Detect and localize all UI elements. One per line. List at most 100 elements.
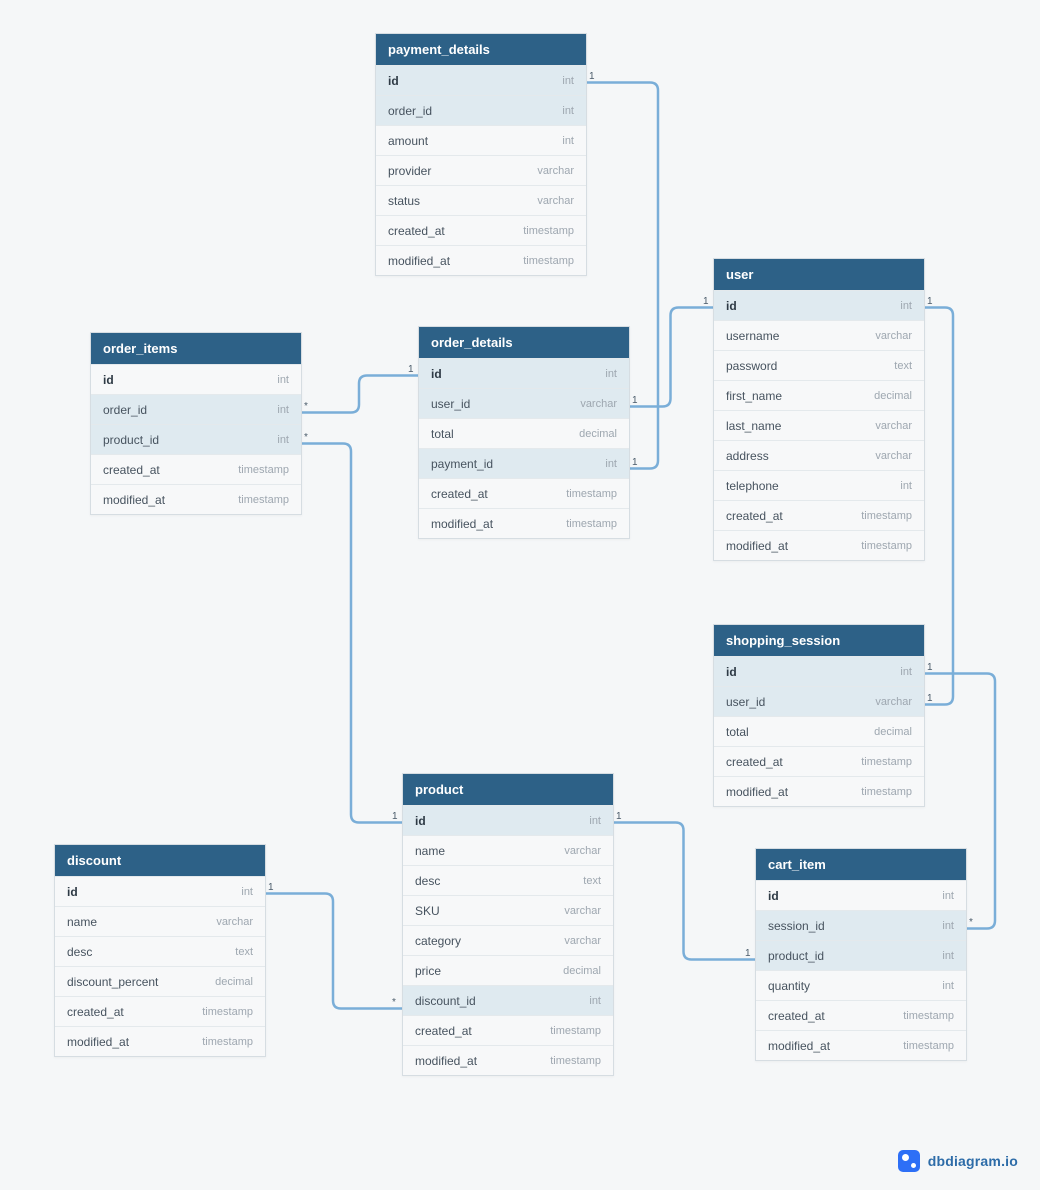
column-row[interactable]: idint [419, 358, 629, 388]
column-type: timestamp [903, 1040, 954, 1052]
column-name: order_id [103, 403, 147, 417]
column-name: created_at [388, 224, 445, 238]
column-type: int [605, 368, 617, 380]
column-row[interactable]: amountint [376, 125, 586, 155]
column-row[interactable]: created_attimestamp [419, 478, 629, 508]
table-header[interactable]: order_items [91, 333, 301, 364]
column-row[interactable]: usernamevarchar [714, 320, 924, 350]
column-row[interactable]: modified_attimestamp [55, 1026, 265, 1056]
column-type: int [562, 135, 574, 147]
column-row[interactable]: created_attimestamp [714, 500, 924, 530]
column-row[interactable]: providervarchar [376, 155, 586, 185]
column-row[interactable]: totaldecimal [714, 716, 924, 746]
column-type: int [900, 300, 912, 312]
column-row[interactable]: pricedecimal [403, 955, 613, 985]
column-row[interactable]: desctext [403, 865, 613, 895]
cardinality-label: 1 [632, 395, 638, 406]
cardinality-label: 1 [268, 882, 274, 893]
column-type: varchar [537, 195, 574, 207]
column-row[interactable]: SKUvarchar [403, 895, 613, 925]
column-name: product_id [768, 949, 824, 963]
column-row[interactable]: product_idint [91, 424, 301, 454]
column-row[interactable]: idint [756, 880, 966, 910]
column-row[interactable]: categoryvarchar [403, 925, 613, 955]
column-type: timestamp [550, 1055, 601, 1067]
column-row[interactable]: idint [55, 876, 265, 906]
column-type: varchar [537, 165, 574, 177]
table-payment_details[interactable]: payment_detailsidintorder_idintamountint… [375, 33, 587, 276]
column-row[interactable]: created_attimestamp [714, 746, 924, 776]
table-order_items[interactable]: order_itemsidintorder_idintproduct_idint… [90, 332, 302, 515]
column-row[interactable]: discount_idint [403, 985, 613, 1015]
column-row[interactable]: modified_at timestamp [403, 1045, 613, 1075]
column-row[interactable]: session_idint [756, 910, 966, 940]
table-header[interactable]: order_details [419, 327, 629, 358]
column-name: telephone [726, 479, 779, 493]
column-row[interactable]: created_attimestamp [55, 996, 265, 1026]
column-type: timestamp [861, 510, 912, 522]
column-row[interactable]: created_attimestamp [376, 215, 586, 245]
column-name: session_id [768, 919, 825, 933]
table-header[interactable]: user [714, 259, 924, 290]
column-row[interactable]: addressvarchar [714, 440, 924, 470]
column-type: varchar [564, 905, 601, 917]
diagram-canvas[interactable]: dbdiagram.io payment_detailsidintorder_i… [0, 0, 1040, 1190]
column-row[interactable]: product_idint [756, 940, 966, 970]
table-cart_item[interactable]: cart_itemidintsession_idintproduct_idint… [755, 848, 967, 1061]
column-row[interactable]: last_namevarchar [714, 410, 924, 440]
table-product[interactable]: productidintnamevarchardesctextSKUvarcha… [402, 773, 614, 1076]
column-row[interactable]: totaldecimal [419, 418, 629, 448]
column-row[interactable]: discount_percentdecimal [55, 966, 265, 996]
column-row[interactable]: desctext [55, 936, 265, 966]
column-row[interactable]: modified_attimestamp [419, 508, 629, 538]
table-discount[interactable]: discountidintnamevarchardesctextdiscount… [54, 844, 266, 1057]
table-order_details[interactable]: order_detailsidintuser_idvarchartotaldec… [418, 326, 630, 539]
column-name: created_at [431, 487, 488, 501]
column-row[interactable]: user_idvarchar [419, 388, 629, 418]
column-type: timestamp [523, 255, 574, 267]
column-row[interactable]: first_namedecimal [714, 380, 924, 410]
column-row[interactable]: quantityint [756, 970, 966, 1000]
column-type: int [942, 980, 954, 992]
column-type: timestamp [202, 1036, 253, 1048]
watermark: dbdiagram.io [898, 1150, 1018, 1172]
column-name: discount_percent [67, 975, 158, 989]
column-row[interactable]: modified_attimestamp [376, 245, 586, 275]
column-row[interactable]: idint [91, 364, 301, 394]
column-row[interactable]: created_attimestamp [403, 1015, 613, 1045]
cardinality-label: 1 [408, 364, 414, 375]
table-header[interactable]: cart_item [756, 849, 966, 880]
column-name: last_name [726, 419, 781, 433]
column-row[interactable]: idint [714, 290, 924, 320]
table-header[interactable]: payment_details [376, 34, 586, 65]
column-row[interactable]: telephoneint [714, 470, 924, 500]
column-row[interactable]: payment_idint [419, 448, 629, 478]
relation-line [300, 444, 402, 823]
column-name: price [415, 964, 441, 978]
column-row[interactable]: order_idint [91, 394, 301, 424]
column-row[interactable]: user_idvarchar [714, 686, 924, 716]
column-row[interactable]: idint [376, 65, 586, 95]
column-row[interactable]: modified_attimestamp [91, 484, 301, 514]
column-row[interactable]: passwordtext [714, 350, 924, 380]
column-row[interactable]: modified_attimestamp [714, 776, 924, 806]
table-shopping_session[interactable]: shopping_sessionidintuser_idvarchartotal… [713, 624, 925, 807]
cardinality-label: * [969, 917, 973, 928]
column-row[interactable]: namevarchar [55, 906, 265, 936]
column-row[interactable]: idint [403, 805, 613, 835]
table-header[interactable]: product [403, 774, 613, 805]
table-header[interactable]: discount [55, 845, 265, 876]
cardinality-label: 1 [745, 948, 751, 959]
column-row[interactable]: namevarchar [403, 835, 613, 865]
table-header[interactable]: shopping_session [714, 625, 924, 656]
column-row[interactable]: modified_attimestamp [714, 530, 924, 560]
column-name: id [103, 373, 114, 387]
column-name: modified_at [415, 1054, 477, 1068]
table-user[interactable]: useridintusernamevarcharpasswordtextfirs… [713, 258, 925, 561]
column-row[interactable]: idint [714, 656, 924, 686]
column-row[interactable]: created_attimestamp [91, 454, 301, 484]
column-row[interactable]: created_attimestamp [756, 1000, 966, 1030]
column-row[interactable]: statusvarchar [376, 185, 586, 215]
column-row[interactable]: order_idint [376, 95, 586, 125]
column-row[interactable]: modified_attimestamp [756, 1030, 966, 1060]
